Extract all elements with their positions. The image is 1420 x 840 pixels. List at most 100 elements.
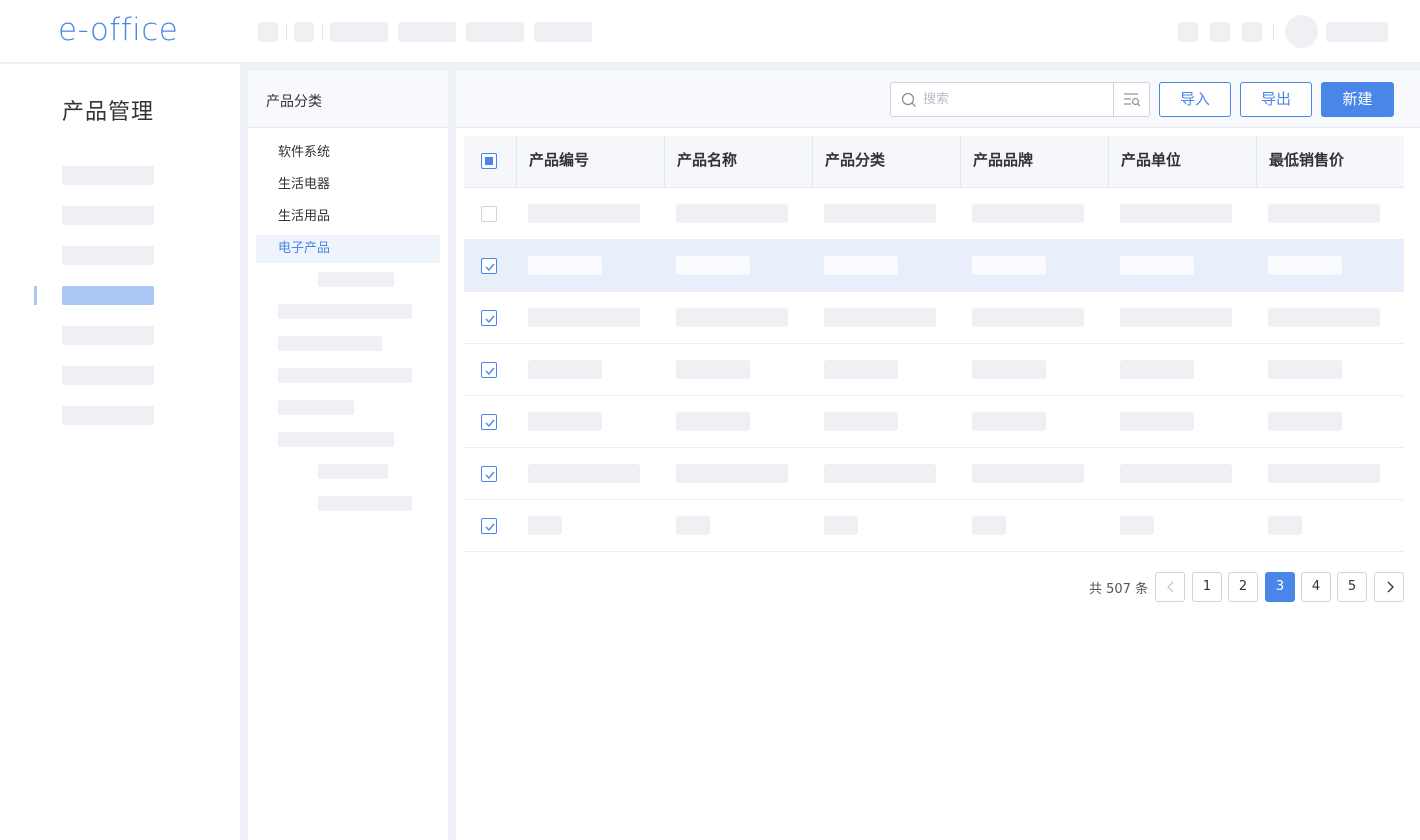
pagination: 共 507 条 1 2 3 4 5 [456, 571, 1420, 602]
row-checkbox[interactable] [481, 362, 497, 378]
export-button[interactable]: 导出 [1240, 82, 1312, 117]
top-nav-placeholder[interactable] [398, 22, 456, 42]
row-checkbox[interactable] [481, 466, 497, 482]
sidebar-item-placeholder[interactable] [62, 206, 154, 225]
username-placeholder[interactable] [1326, 22, 1388, 42]
cell-placeholder [676, 464, 788, 483]
top-nav-placeholder[interactable] [466, 22, 524, 42]
check-icon [485, 367, 495, 376]
row-checkbox[interactable] [481, 206, 497, 222]
advanced-search-icon [1124, 93, 1141, 107]
table-header: 产品编号 产品名称 产品分类 产品品牌 产品单位 最低销售价 [464, 136, 1404, 188]
category-placeholder[interactable] [278, 304, 412, 319]
column-header-code[interactable]: 产品编号 [516, 136, 664, 188]
row-checkbox[interactable] [481, 258, 497, 274]
cell-placeholder [972, 516, 1006, 535]
sidebar-item-active-placeholder[interactable] [62, 286, 154, 305]
row-checkbox[interactable] [481, 518, 497, 534]
cell-placeholder [824, 204, 936, 223]
cell-placeholder [1268, 360, 1342, 379]
row-checkbox[interactable] [481, 414, 497, 430]
column-header-unit[interactable]: 产品单位 [1108, 136, 1256, 188]
toolbar: 导入 导出 新建 [456, 71, 1420, 128]
page-button-3[interactable]: 3 [1265, 572, 1295, 602]
cell-placeholder [1268, 204, 1380, 223]
column-header-name[interactable]: 产品名称 [664, 136, 812, 188]
category-item-daily-goods[interactable]: 生活用品 [256, 203, 440, 231]
column-header-category[interactable]: 产品分类 [812, 136, 960, 188]
header-placeholder-icon[interactable] [1210, 22, 1230, 42]
subcategory-placeholder[interactable] [318, 272, 394, 287]
select-all-checkbox[interactable] [481, 153, 497, 169]
new-button[interactable]: 新建 [1321, 82, 1394, 117]
table-row[interactable] [464, 448, 1404, 500]
cell-placeholder [676, 308, 788, 327]
row-checkbox[interactable] [481, 310, 497, 326]
subcategory-placeholder[interactable] [318, 464, 388, 479]
page-button-1[interactable]: 1 [1192, 572, 1222, 602]
table-row[interactable] [464, 500, 1404, 552]
cell-placeholder [972, 360, 1046, 379]
avatar[interactable] [1285, 15, 1318, 48]
cell-placeholder [824, 516, 858, 535]
toolbar-placeholder-icon[interactable] [258, 22, 278, 42]
next-page-button[interactable] [1374, 572, 1404, 602]
sidebar-item-placeholder[interactable] [62, 246, 154, 265]
category-item-software[interactable]: 软件系统 [256, 139, 440, 167]
app-logo[interactable]: e-office [58, 12, 178, 48]
check-icon [485, 471, 495, 480]
subcategory-placeholder[interactable] [318, 496, 412, 511]
cell-placeholder [1120, 360, 1194, 379]
category-item-appliances[interactable]: 生活电器 [256, 171, 440, 199]
table-row[interactable] [464, 240, 1404, 292]
sidebar-item-placeholder[interactable] [62, 366, 154, 385]
cell-placeholder [676, 516, 710, 535]
header-placeholder-icon[interactable] [1178, 22, 1198, 42]
import-button[interactable]: 导入 [1159, 82, 1231, 117]
table-row[interactable] [464, 344, 1404, 396]
cell-placeholder [1120, 308, 1232, 327]
search-box [890, 82, 1150, 117]
category-item-electronics[interactable]: 电子产品 [256, 235, 440, 263]
cell-placeholder [824, 464, 936, 483]
category-placeholder[interactable] [278, 336, 382, 351]
search-icon [901, 92, 917, 112]
active-indicator [34, 286, 37, 305]
cell-placeholder [824, 256, 898, 275]
top-nav-placeholder[interactable] [534, 22, 592, 42]
divider [286, 24, 287, 40]
page-button-4[interactable]: 4 [1301, 572, 1331, 602]
cell-placeholder [1268, 464, 1380, 483]
column-header-brand[interactable]: 产品品牌 [960, 136, 1108, 188]
check-icon [485, 263, 495, 272]
cell-placeholder [1268, 516, 1302, 535]
category-placeholder[interactable] [278, 432, 394, 447]
table-row[interactable] [464, 188, 1404, 240]
cell-placeholder [676, 256, 750, 275]
cell-placeholder [824, 360, 898, 379]
sidebar-item-placeholder[interactable] [62, 406, 154, 425]
cell-placeholder [1268, 308, 1380, 327]
table-row[interactable] [464, 396, 1404, 448]
category-placeholder[interactable] [278, 368, 412, 383]
page-button-2[interactable]: 2 [1228, 572, 1258, 602]
cell-placeholder [676, 204, 788, 223]
cell-placeholder [972, 204, 1084, 223]
header-placeholder-icon[interactable] [1242, 22, 1262, 42]
top-bar: e-office [0, 0, 1420, 63]
page-button-5[interactable]: 5 [1337, 572, 1367, 602]
divider [1273, 24, 1274, 40]
sidebar-item-placeholder[interactable] [62, 166, 154, 185]
category-header: 产品分类 [248, 71, 448, 128]
top-nav-placeholder[interactable] [330, 22, 388, 42]
toolbar-placeholder-icon[interactable] [294, 22, 314, 42]
sidebar-item-placeholder[interactable] [62, 326, 154, 345]
column-header-min-price[interactable]: 最低销售价 [1256, 136, 1404, 188]
category-placeholder[interactable] [278, 400, 354, 415]
search-input[interactable] [923, 83, 1113, 116]
table-row[interactable] [464, 292, 1404, 344]
prev-page-button[interactable] [1155, 572, 1185, 602]
cell-placeholder [1120, 516, 1154, 535]
advanced-search-button[interactable] [1113, 83, 1149, 116]
main-panel: 导入 导出 新建 产品编号 产品名称 产品分类 产品品牌 产品单位 最低销售价 … [456, 71, 1420, 840]
